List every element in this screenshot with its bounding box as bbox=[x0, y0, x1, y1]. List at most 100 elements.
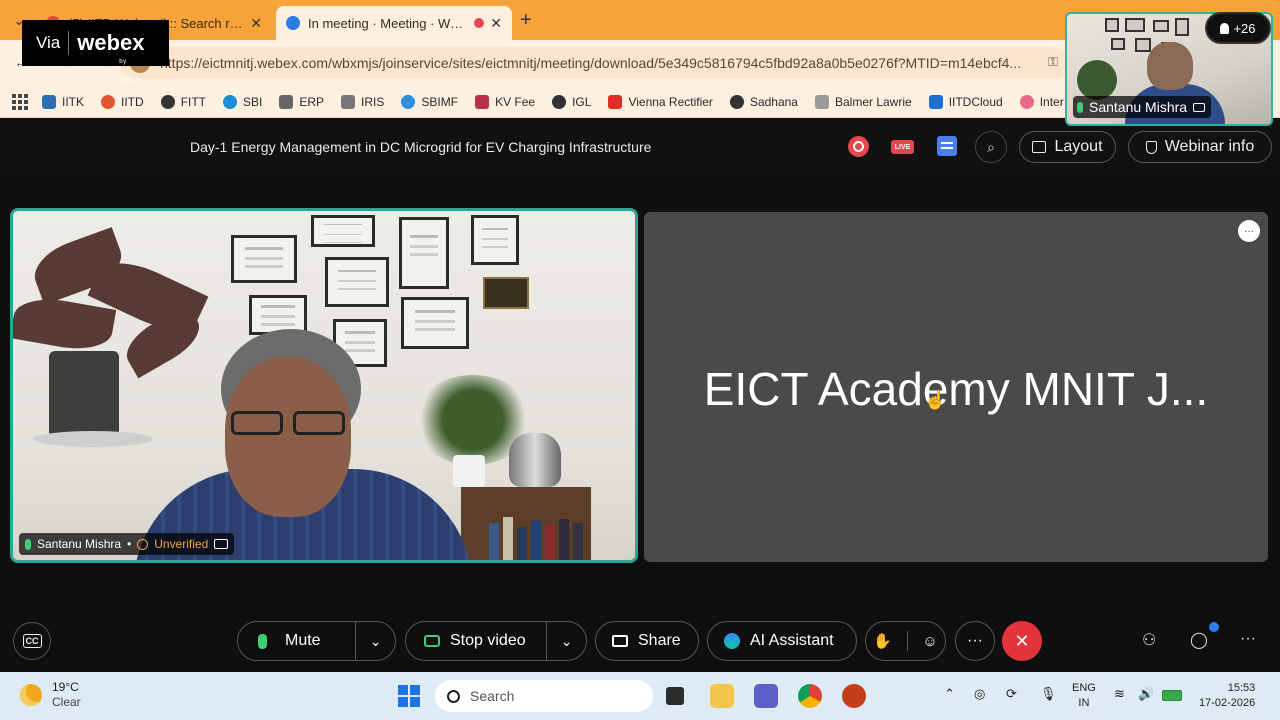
participant-count-button[interactable]: +26 bbox=[1205, 12, 1271, 44]
certificate-frame bbox=[399, 217, 449, 289]
sync-tray-icon[interactable]: ⟳ bbox=[1006, 686, 1017, 702]
reactions-emoji-icon[interactable]: ☺ bbox=[922, 633, 937, 650]
certificate-frame bbox=[231, 235, 297, 283]
mic-on-icon bbox=[25, 538, 31, 550]
ai-assistant-icon bbox=[724, 633, 740, 649]
clock-date: 17-02-2026 bbox=[1199, 697, 1256, 709]
plant-pot bbox=[49, 351, 119, 439]
language-indicator[interactable]: ENG IN bbox=[1072, 681, 1096, 711]
bookmark-erp[interactable]: ERP bbox=[279, 94, 324, 109]
show-hidden-icons-chevron-icon[interactable]: ⌃ bbox=[944, 686, 955, 702]
bookmark-iitdcloud[interactable]: IITDCloud bbox=[928, 94, 1003, 109]
tab-close-icon[interactable]: ✕ bbox=[490, 15, 502, 32]
certificate-frame bbox=[311, 215, 375, 247]
video-stage: Santanu Mishra • Unverified ··· EICT Aca… bbox=[0, 175, 1280, 610]
participants-panel-icon[interactable]: ⚇ bbox=[1142, 630, 1156, 650]
person-face-image bbox=[1147, 42, 1193, 90]
bookmark-iitd[interactable]: IITD bbox=[101, 94, 144, 109]
search-placeholder: Search bbox=[470, 688, 515, 704]
apps-grid-icon[interactable] bbox=[12, 93, 28, 110]
weather-widget[interactable]: 19°C Clear bbox=[20, 680, 81, 710]
powerpoint-icon[interactable] bbox=[842, 684, 866, 708]
live-badge[interactable]: LIVE bbox=[891, 140, 914, 154]
bookmark-icon bbox=[729, 94, 744, 109]
bookmark-vienna-rectifier[interactable]: Vienna Rectifier bbox=[608, 94, 713, 109]
layout-label: Layout bbox=[1054, 138, 1103, 155]
bookmark-sadhana[interactable]: Sadhana bbox=[729, 94, 798, 109]
share-button[interactable]: Share bbox=[595, 621, 699, 661]
bookmark-icon bbox=[341, 94, 356, 109]
bookmark-label: IITDCloud bbox=[948, 94, 1003, 109]
wifi-icon[interactable]: ≋ bbox=[1114, 686, 1125, 702]
weather-condition: Clear bbox=[52, 695, 81, 709]
video-tile-eict-academy[interactable]: ··· EICT Academy MNIT J... bbox=[644, 212, 1268, 562]
presenter-face bbox=[225, 357, 351, 517]
volume-icon[interactable]: 🔊 bbox=[1138, 686, 1154, 702]
file-explorer-icon[interactable] bbox=[710, 684, 734, 708]
webex-tray-icon[interactable]: ◎ bbox=[974, 686, 985, 702]
url-text[interactable]: https://eictmnitj.webex.com/wbxmjs/joins… bbox=[160, 55, 1030, 71]
password-key-icon[interactable]: ⚿ bbox=[1048, 54, 1058, 70]
plant-image bbox=[1077, 60, 1117, 100]
bookmark-label: IGL bbox=[572, 94, 592, 109]
bookmark-label: IITK bbox=[62, 94, 85, 109]
bookmark-iitk[interactable]: IITK bbox=[42, 94, 85, 109]
bookmark-icon bbox=[401, 94, 416, 109]
tab-webex-meeting[interactable]: In meeting · Meeting · Webex ✕ bbox=[276, 6, 512, 40]
white-vase bbox=[453, 455, 485, 487]
ai-assistant-inner: AI Assistant bbox=[708, 622, 848, 660]
bookmark-label: Vienna Rectifier bbox=[628, 94, 713, 109]
video-tile-santanu[interactable]: Santanu Mishra • Unverified bbox=[10, 208, 638, 563]
microphone-tray-icon[interactable]: 🎙 bbox=[1040, 686, 1057, 702]
stop-video-button[interactable]: Stop video bbox=[406, 622, 546, 660]
battery-icon[interactable] bbox=[1162, 690, 1182, 701]
teams-icon[interactable] bbox=[754, 684, 778, 708]
notes-icon[interactable] bbox=[937, 136, 957, 156]
bookmark-balmer-lawrie[interactable]: Balmer Lawrie bbox=[814, 94, 912, 109]
bookmark-sbimf[interactable]: SBIMF bbox=[401, 94, 459, 109]
windows-start-icon[interactable] bbox=[398, 685, 420, 707]
bookmark-inter[interactable]: Inter bbox=[1019, 94, 1064, 109]
zoom-icon[interactable]: ⌕ bbox=[975, 131, 1007, 163]
layout-button[interactable]: Layout bbox=[1019, 131, 1116, 163]
raise-hand-icon[interactable]: ✋ bbox=[873, 632, 892, 650]
ai-assistant-button[interactable]: AI Assistant bbox=[707, 621, 857, 661]
temperature: 19°C bbox=[52, 680, 79, 694]
mute-button[interactable]: Mute bbox=[238, 622, 355, 660]
audio-options-chevron-icon[interactable]: ⌄ bbox=[355, 622, 395, 660]
bookmark-iris[interactable]: IRIS bbox=[341, 94, 384, 109]
omnibox[interactable]: https://eictmnitj.webex.com/wbxmjs/joins… bbox=[120, 47, 1070, 79]
taskbar-search-box[interactable]: Search bbox=[435, 680, 653, 712]
unverified-status: Unverified bbox=[154, 537, 209, 551]
task-view-icon[interactable] bbox=[666, 687, 684, 705]
tile-more-options-icon[interactable]: ··· bbox=[1238, 220, 1260, 242]
tab-title: In meeting · Meeting · Webex bbox=[308, 15, 469, 31]
recording-icon[interactable] bbox=[848, 136, 869, 157]
search-icon bbox=[447, 689, 460, 703]
closed-captions-button[interactable]: CC bbox=[13, 622, 51, 660]
via-webex-overlay: Via webex by CISCO bbox=[22, 20, 169, 83]
chat-icon[interactable]: ◯ bbox=[1190, 630, 1208, 650]
bookmark-icon bbox=[475, 94, 490, 109]
tab-close-icon[interactable]: ✕ bbox=[250, 15, 262, 32]
bookmark-kv-fee[interactable]: KV Fee bbox=[475, 94, 535, 109]
participant-name: Santanu Mishra bbox=[37, 537, 122, 551]
share-screen-icon bbox=[612, 635, 628, 647]
chrome-icon[interactable] bbox=[798, 684, 822, 708]
ai-assistant-label: AI Assistant bbox=[750, 632, 834, 649]
system-clock[interactable]: 15:53 17-02-2026 bbox=[1199, 681, 1255, 711]
cc-icon: CC bbox=[22, 634, 42, 648]
bookmark-igl[interactable]: IGL bbox=[552, 94, 592, 109]
share-button-inner: Share bbox=[596, 622, 695, 660]
new-tab-plus-icon[interactable]: + bbox=[520, 9, 532, 32]
more-panels-icon[interactable]: ··· bbox=[1240, 630, 1256, 648]
self-view-name: Santanu Mishra bbox=[1089, 99, 1188, 115]
bookmark-fitt[interactable]: FITT bbox=[160, 94, 206, 109]
bookmark-sbi[interactable]: SBI bbox=[223, 94, 262, 109]
more-options-button[interactable]: ··· bbox=[955, 621, 995, 661]
bookshelf bbox=[461, 487, 591, 560]
end-meeting-button[interactable]: ✕ bbox=[1002, 621, 1042, 661]
video-options-chevron-icon[interactable]: ⌄ bbox=[546, 622, 586, 660]
bookmark-label: SBIMF bbox=[421, 94, 459, 109]
webinar-info-button[interactable]: Webinar info bbox=[1128, 131, 1272, 163]
